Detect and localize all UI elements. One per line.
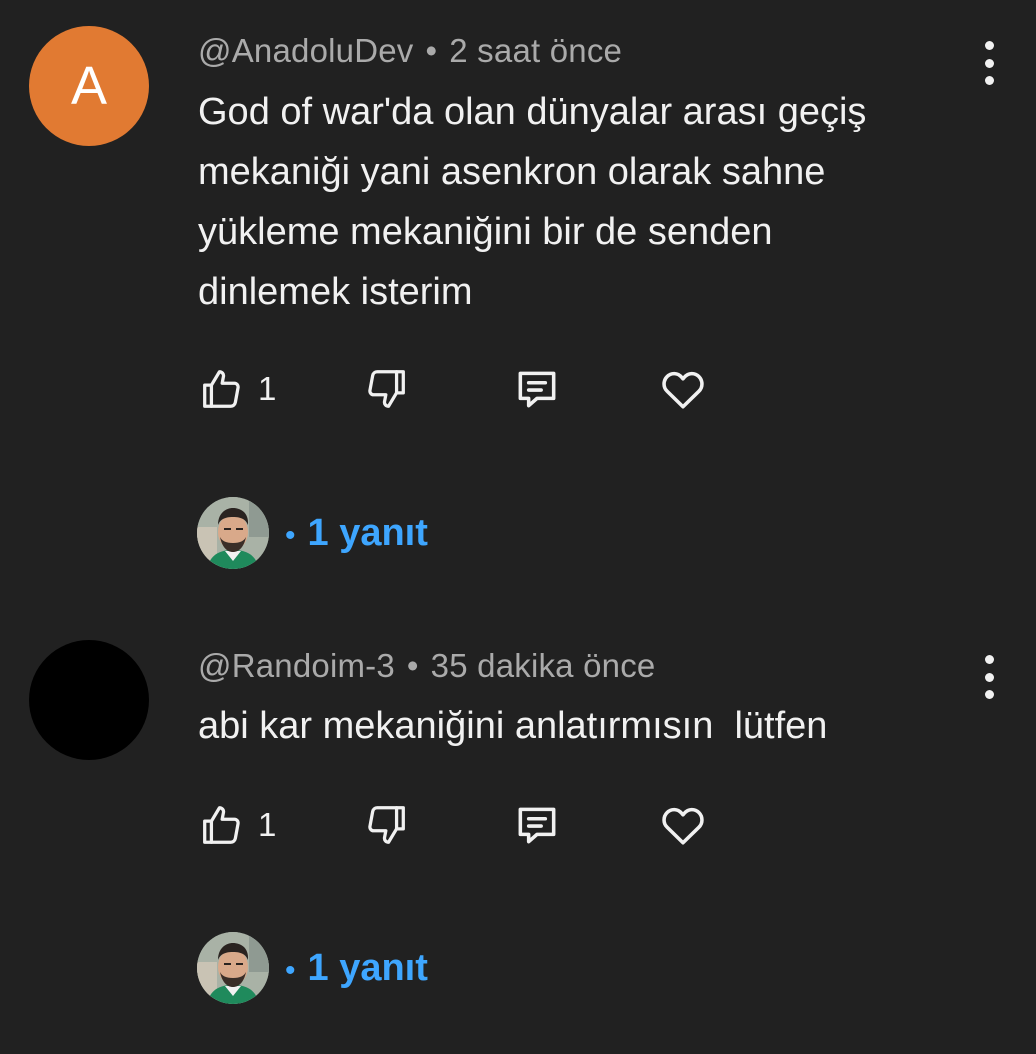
replies-link[interactable]: • 1 yanıt bbox=[285, 947, 428, 990]
replies-toggle[interactable]: • 1 yanıt bbox=[197, 931, 428, 1005]
comment-meta: @AnadoluDev • 2 saat önce bbox=[198, 32, 622, 70]
creator-avatar bbox=[197, 932, 269, 1004]
comment-actions: 1 bbox=[198, 800, 758, 850]
comment-text: abi kar mekaniğini anlatırmısın lütfen bbox=[198, 705, 828, 747]
more-vertical-icon[interactable] bbox=[974, 41, 1004, 85]
comment-text: God of war'da olan dünyalar arası geçiş … bbox=[198, 91, 867, 313]
meta-separator: • bbox=[425, 32, 438, 69]
heart-icon bbox=[658, 364, 708, 414]
dislike-button[interactable] bbox=[364, 800, 410, 850]
author-handle[interactable]: @AnadoluDev bbox=[198, 32, 414, 69]
comment-actions: 1 bbox=[198, 364, 758, 414]
reply-button[interactable] bbox=[512, 800, 562, 850]
replies-toggle[interactable]: • 1 yanıt bbox=[197, 496, 428, 570]
replies-count-label: 1 yanıt bbox=[307, 946, 428, 989]
replies-count-label: 1 yanıt bbox=[307, 511, 428, 554]
avatar[interactable] bbox=[29, 640, 149, 760]
dislike-button[interactable] bbox=[364, 364, 410, 414]
like-count: 1 bbox=[258, 370, 277, 407]
heart-icon bbox=[658, 800, 708, 850]
heart-button[interactable] bbox=[658, 364, 708, 414]
like-button[interactable]: 1 bbox=[198, 364, 276, 414]
heart-button[interactable] bbox=[658, 800, 708, 850]
timestamp: 35 dakika önce bbox=[430, 647, 656, 684]
more-vertical-icon[interactable] bbox=[974, 655, 1004, 699]
comment-meta: @Randoim-3 • 35 dakika önce bbox=[198, 647, 655, 685]
comments-page: A @AnadoluDev • 2 saat önce God of war'da … bbox=[0, 0, 1036, 1054]
author-handle[interactable]: @Randoim-3 bbox=[198, 647, 395, 684]
avatar-letter: A bbox=[70, 56, 108, 116]
like-count: 1 bbox=[258, 806, 277, 843]
thumbs-down-icon bbox=[364, 366, 410, 412]
comment-icon bbox=[512, 800, 562, 850]
comment-icon bbox=[512, 364, 562, 414]
timestamp: 2 saat önce bbox=[449, 32, 623, 69]
thumbs-up-icon bbox=[198, 802, 244, 848]
thumbs-down-icon bbox=[364, 802, 410, 848]
meta-separator: • bbox=[406, 647, 419, 684]
replies-link[interactable]: • 1 yanıt bbox=[285, 512, 428, 555]
reply-button[interactable] bbox=[512, 364, 562, 414]
thumbs-up-icon bbox=[198, 366, 244, 412]
avatar[interactable]: A bbox=[29, 26, 149, 146]
like-button[interactable]: 1 bbox=[198, 800, 276, 850]
creator-avatar bbox=[197, 497, 269, 569]
